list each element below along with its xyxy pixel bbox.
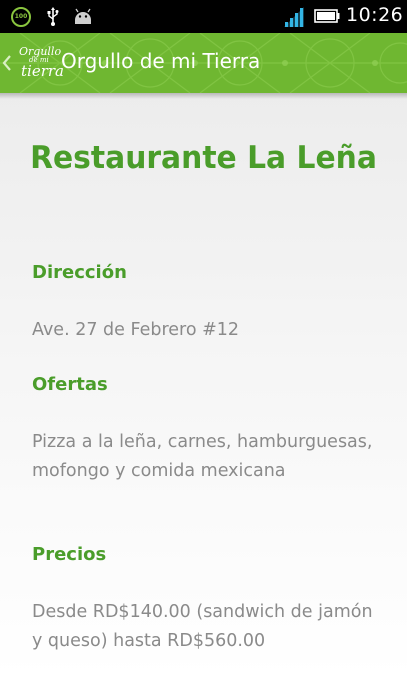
- status-bar: 100 10:26: [0, 0, 407, 33]
- app-title: Orgullo de mi Tierra: [61, 49, 261, 73]
- address-heading: Dirección: [32, 262, 127, 283]
- android-icon: [75, 8, 91, 24]
- offers-heading: Ofertas: [32, 374, 108, 395]
- app-logo[interactable]: Orgullo de mi tierra: [15, 40, 64, 86]
- battery-100-icon: 100: [11, 7, 31, 27]
- logo-text-tierra: tierra: [21, 62, 64, 80]
- address-text: Ave. 27 de Febrero #12: [32, 320, 240, 340]
- chevron-left-icon[interactable]: [2, 53, 12, 73]
- signal-icon: [284, 7, 304, 27]
- clock-time: 10:26: [346, 4, 404, 26]
- prices-text: Desde RD$140.00 (sandwich de jamón y que…: [32, 602, 373, 651]
- usb-icon: [47, 7, 59, 26]
- battery-icon: [314, 9, 340, 23]
- offers-text: Pizza a la leña, carnes, hamburguesas, m…: [32, 432, 373, 481]
- prices-heading: Precios: [32, 544, 107, 565]
- action-bar: Orgullo de mi tierra Orgullo de mi Tierr…: [0, 33, 407, 93]
- battery-badge-text: 100: [14, 13, 28, 20]
- restaurant-detail: Restaurante La Leña Dirección Ave. 27 de…: [0, 93, 407, 678]
- restaurant-name: Restaurante La Leña: [30, 140, 377, 176]
